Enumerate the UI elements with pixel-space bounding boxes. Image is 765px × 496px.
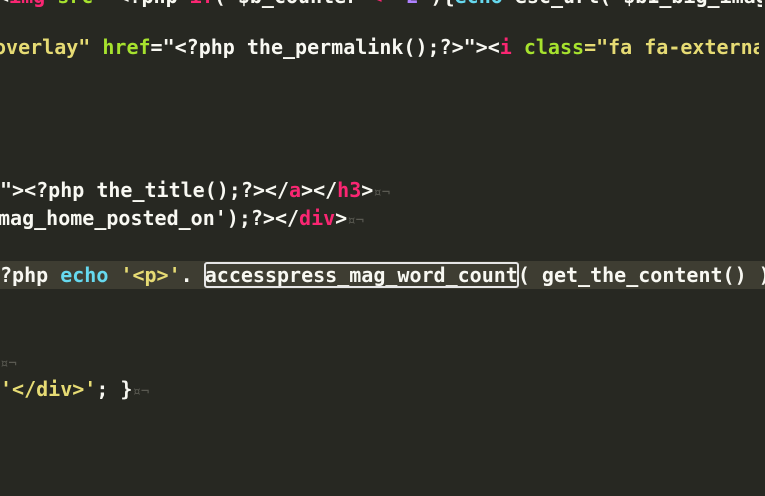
code-token: ="<?php [93,0,189,8]
code-token: class [523,35,585,59]
code-token: echo [455,0,503,8]
code-token: esc_url( $b1_big_image [503,0,762,8]
code-line[interactable]: <img src="<?php if( $b_counter <= 2 ){ec… [0,0,762,10]
code-token: > [361,178,374,202]
code-token: ></ [301,178,338,202]
code-token: h3 [337,178,362,202]
code-token: overlay" [0,35,103,59]
code-line[interactable]: mag_home_posted_on');?></div>¤¬ [0,204,763,232]
code-line[interactable] [0,233,765,261]
code-token: ){ [419,0,455,8]
code-token: src [57,0,93,8]
code-token: ( $b_counter [214,0,371,8]
code-token: img [9,0,45,8]
code-token: ; } [96,377,133,401]
code-editor[interactable]: <img src="<?php if( $b_counter <= 2 ){ec… [0,0,765,496]
code-token: . [180,263,205,287]
line-end-marker: ¤¬ [347,213,365,229]
highlighted-word: accesspress_mag_word_count [203,262,519,288]
code-token: mag_home_posted_on');?></ [0,206,300,230]
code-token: < [0,0,9,8]
code-token: ="<?php the_permalink();?>">< [150,35,500,59]
code-token: ?php [0,263,61,287]
code-token: div [299,206,336,230]
code-token: > [335,206,348,230]
code-token: '</div>' [0,377,97,401]
code-line[interactable] [0,90,765,118]
code-token: if [190,0,214,8]
code-token: i [499,35,512,59]
code-token: <= [370,0,394,8]
code-token: a [288,178,302,202]
code-token: '<p>' [120,263,181,287]
code-line[interactable]: ¤¬ [0,347,765,375]
code-line[interactable]: "><?php the_title();?></a></h3>¤¬ [0,176,765,204]
line-end-marker: ¤¬ [373,185,391,201]
code-token: 2 [406,0,418,8]
code-line[interactable] [0,290,765,318]
code-line[interactable] [0,147,765,175]
line-end-marker: ¤¬ [0,356,17,372]
current-code-line[interactable]: ?php echo '<p>'. accesspress_mag_word_co… [0,261,765,289]
code-token: href [102,35,151,59]
code-token: echo [60,263,109,287]
code-line[interactable]: overlay" href="<?php the_permalink();?>"… [0,33,759,61]
code-line[interactable] [0,318,765,346]
line-end-marker: ¤¬ [132,384,150,400]
code-token: ( get_the_content() ) [517,263,765,287]
code-token: "><?php the_title();?></ [0,178,289,202]
code-line[interactable]: '</div>'; }¤¬ [0,375,765,403]
code-token: ="fa fa-external-link" [584,35,759,59]
